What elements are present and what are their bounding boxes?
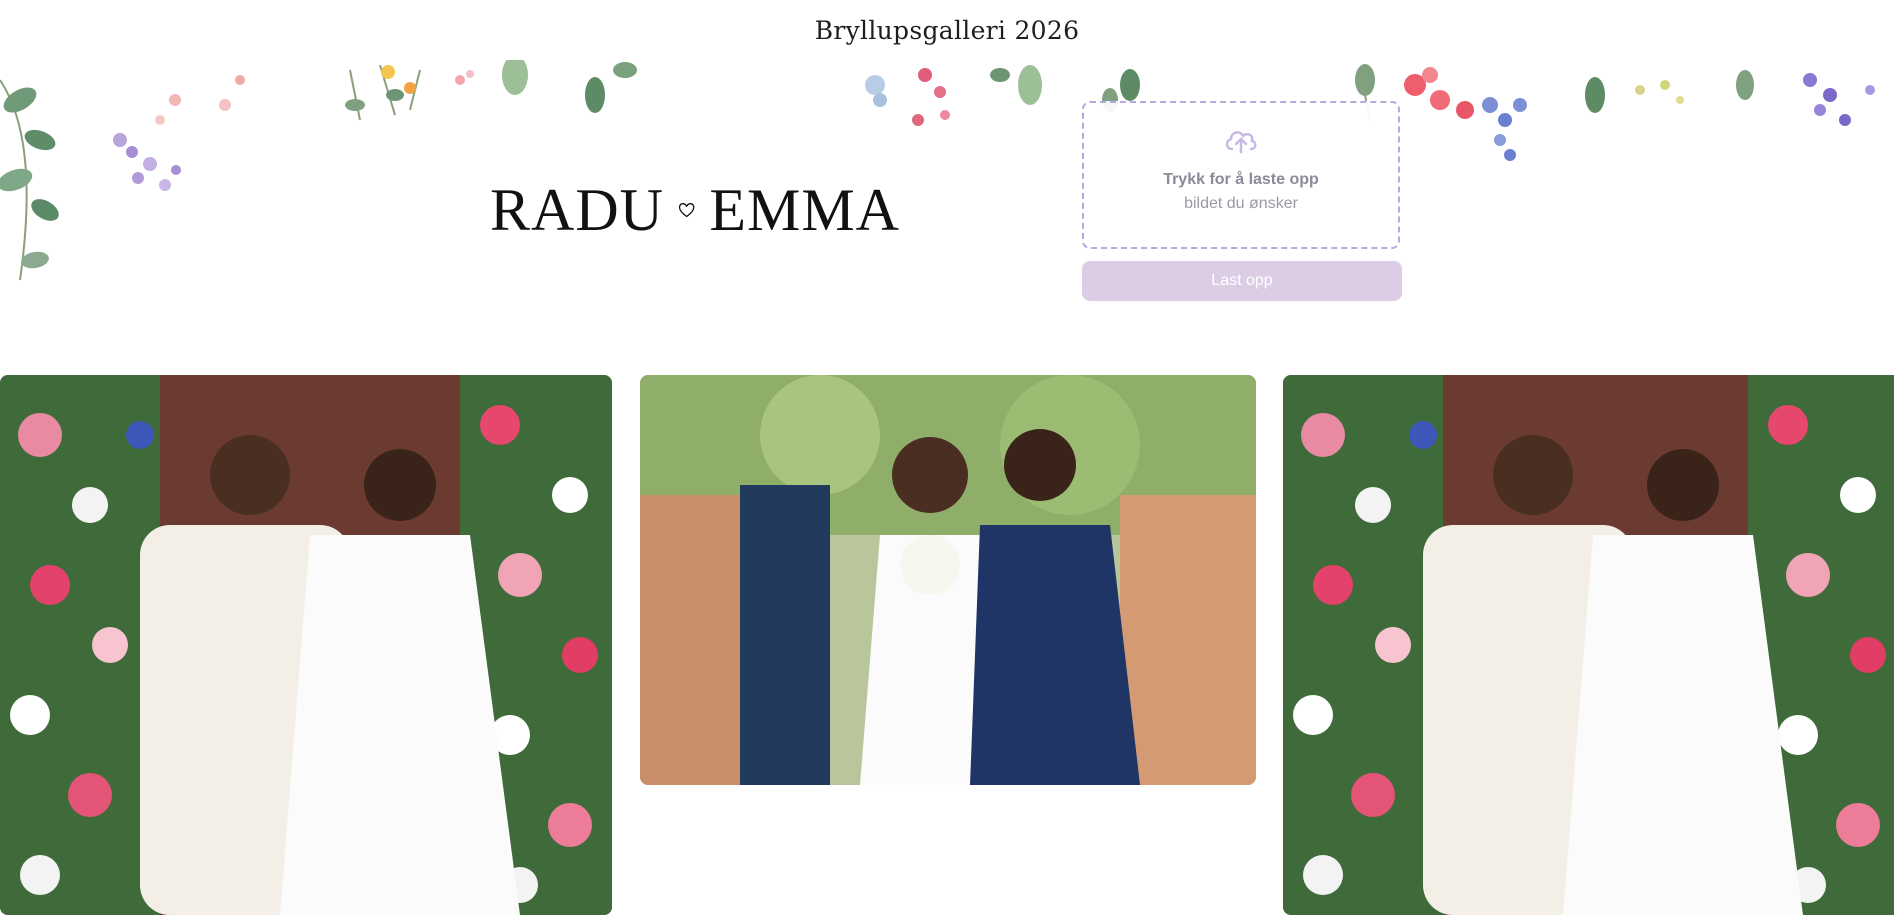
couple-on-steps-image	[1283, 375, 1894, 915]
upload-subtitle: bildet du ønsker	[1184, 195, 1298, 212]
name-right: EMMA	[709, 176, 900, 243]
couple-names: RADU EMMA	[490, 160, 900, 260]
upload-dropzone[interactable]: Trykk for å laste opp bildet du ønsker	[1082, 101, 1400, 249]
top-bar: Bryllupsgalleri 2026	[0, 0, 1894, 60]
gallery-photo-1[interactable]	[0, 375, 612, 915]
couple-walking-image	[640, 375, 1256, 785]
upload-button[interactable]: Last opp	[1082, 261, 1402, 301]
hero-section: RADU EMMA Trykk for å laste opp bildet d…	[0, 60, 1894, 370]
couple-on-steps-image	[0, 375, 612, 915]
heart-icon	[678, 203, 695, 218]
site-title: Bryllupsgalleri 2026	[814, 15, 1080, 45]
name-left: RADU	[490, 176, 665, 243]
upload-title: Trykk for å laste opp	[1163, 171, 1319, 188]
floral-banner	[0, 60, 1875, 281]
gallery-photo-2[interactable]	[640, 375, 1256, 785]
cloud-upload-icon	[1225, 131, 1257, 154]
gallery-photo-3[interactable]	[1283, 375, 1894, 915]
